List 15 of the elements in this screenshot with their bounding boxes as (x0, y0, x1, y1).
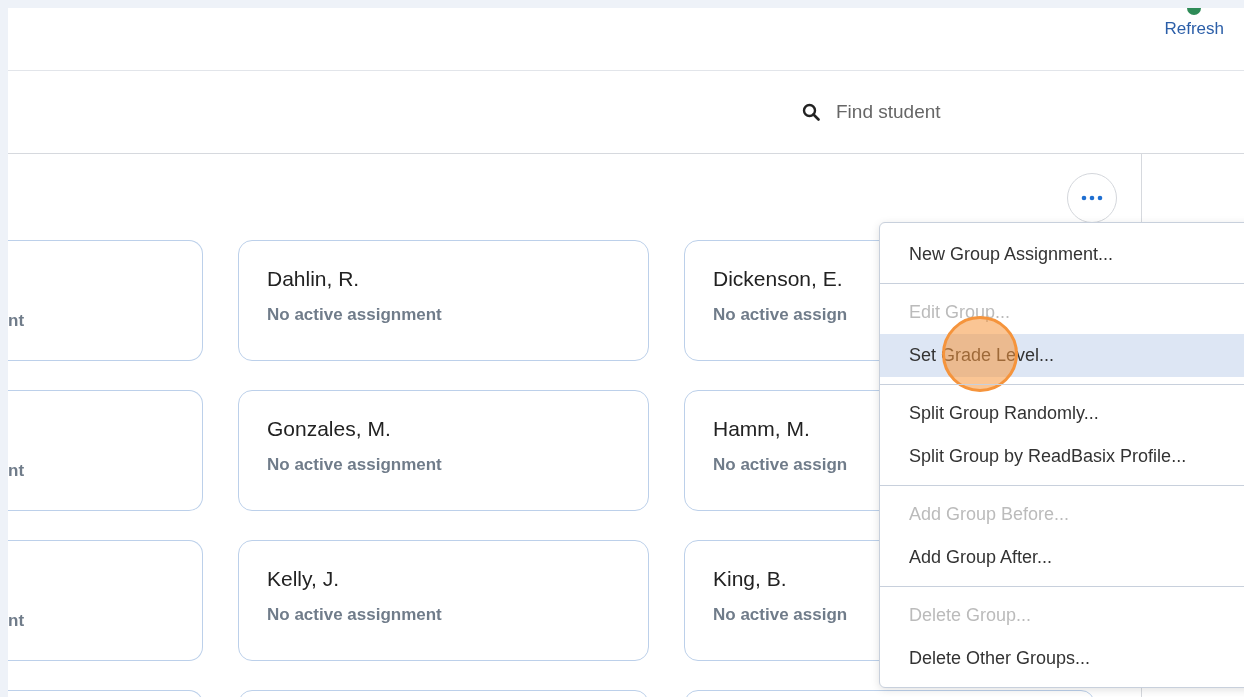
student-name: Kelly, J. (267, 567, 340, 591)
assignment-status: nt (8, 611, 25, 631)
assignment-status: No active assignment (267, 605, 442, 625)
assignment-status: nt (8, 311, 25, 331)
student-name: Dahlin, R. (267, 267, 361, 291)
assignment-status: No active assignment (267, 455, 442, 475)
assignment-status: nt (8, 461, 25, 481)
student-name: Dickenson, E. (713, 267, 844, 291)
assignment-status: No active assign (713, 305, 848, 325)
student-name: Hamm, M. (713, 417, 811, 441)
student-name: King, B. (713, 567, 788, 591)
student-name: Gonzales, M. (267, 417, 392, 441)
assignment-status: No active assign (713, 455, 848, 475)
assignment-status: No active assignment (267, 305, 442, 325)
assignment-status: No active assign (713, 605, 848, 625)
